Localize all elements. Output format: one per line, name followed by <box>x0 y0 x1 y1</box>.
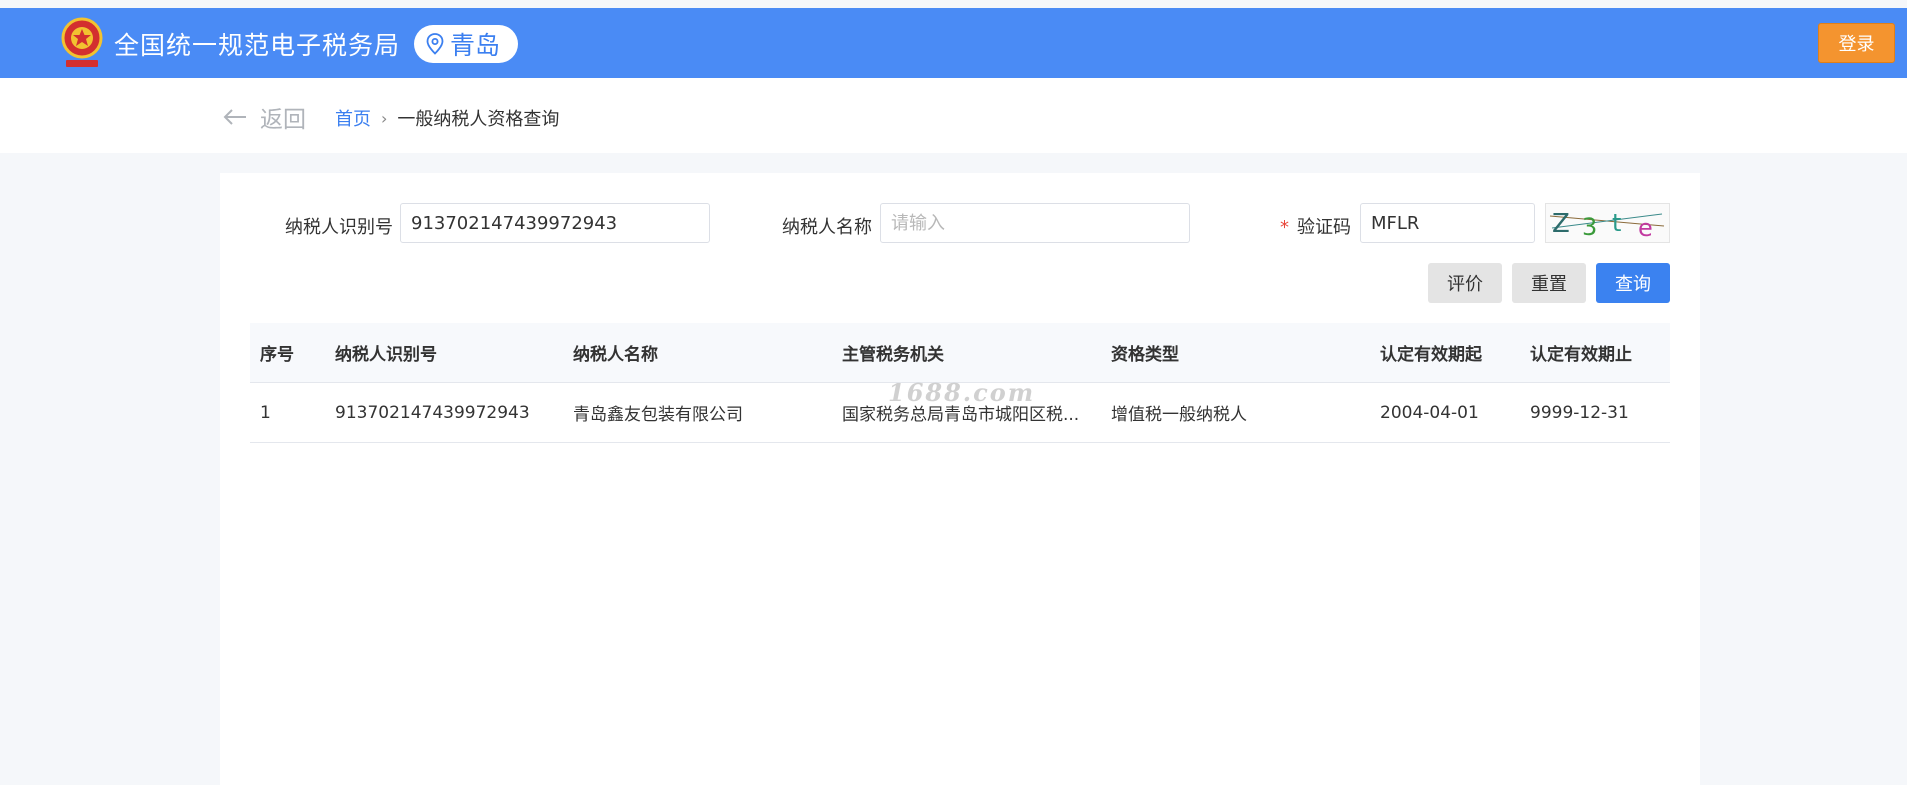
watermark: 1688.com <box>888 378 1036 407</box>
table-header: 序号 纳税人识别号 纳税人名称 主管税务机关 资格类型 认定有效期起 认定有效期… <box>250 323 1670 383</box>
table-cell: 9999-12-31 <box>1530 402 1629 423</box>
breadcrumb: 首页 › 一般纳税人资格查询 <box>335 105 559 131</box>
arrow-left-icon <box>223 109 246 125</box>
evaluate-button[interactable]: 评价 <box>1428 263 1502 303</box>
table-cell: 913702147439972943 <box>335 402 530 423</box>
table-cell: 增值税一般纳税人 <box>1111 405 1247 425</box>
required-mark: * <box>1280 217 1289 238</box>
taxpayer-id-label: 纳税人识别号 <box>285 217 393 238</box>
breadcrumb-separator: › <box>381 108 388 128</box>
column-header: 主管税务机关 <box>842 345 944 365</box>
login-button[interactable]: 登录 <box>1818 23 1895 63</box>
brand: 全国统一规范电子税务局 青岛 <box>58 14 519 74</box>
captcha-char: e <box>1638 214 1653 242</box>
captcha-char: Z <box>1552 209 1570 239</box>
top-header: 全国统一规范电子税务局 青岛 登录 <box>0 8 1907 78</box>
taxpayer-name-input[interactable] <box>880 203 1190 243</box>
column-header: 认定有效期起 <box>1380 345 1482 365</box>
table-cell: 1 <box>260 402 271 423</box>
query-panel: 纳税人识别号 纳税人名称 * 验证码 Z 3 t e 评价 重置 查询 序号 纳税… <box>220 173 1700 785</box>
sub-navigation: 返回 首页 › 一般纳税人资格查询 <box>0 78 1907 153</box>
captcha-label: 验证码 <box>1297 217 1351 238</box>
captcha-label-group: * 验证码 <box>1280 213 1351 239</box>
column-header: 纳税人名称 <box>573 345 658 365</box>
back-button[interactable]: 返回 <box>222 100 306 134</box>
back-label: 返回 <box>260 107 306 133</box>
captcha-image[interactable]: Z 3 t e <box>1545 203 1670 243</box>
tax-emblem-icon <box>58 16 106 72</box>
column-header: 资格类型 <box>1111 345 1179 365</box>
breadcrumb-home-link[interactable]: 首页 <box>335 105 371 131</box>
captcha-char: t <box>1612 209 1621 237</box>
taxpayer-name-label: 纳税人名称 <box>782 217 872 238</box>
location-pin-icon <box>426 33 444 55</box>
table-cell: 青岛鑫友包装有限公司 <box>573 405 743 425</box>
column-header: 纳税人识别号 <box>335 345 437 365</box>
column-header: 认定有效期止 <box>1530 345 1632 365</box>
table-cell: 2004-04-01 <box>1380 402 1479 423</box>
column-header: 序号 <box>260 345 294 365</box>
region-name: 青岛 <box>450 31 501 60</box>
taxpayer-id-input[interactable] <box>400 203 710 243</box>
captcha-input[interactable] <box>1360 203 1535 243</box>
breadcrumb-current: 一般纳税人资格查询 <box>397 109 560 130</box>
site-title: 全国统一规范电子税务局 <box>114 31 401 60</box>
reset-button[interactable]: 重置 <box>1512 263 1586 303</box>
region-selector[interactable]: 青岛 <box>414 25 519 63</box>
captcha-char: 3 <box>1582 213 1597 241</box>
query-button[interactable]: 查询 <box>1596 263 1670 303</box>
